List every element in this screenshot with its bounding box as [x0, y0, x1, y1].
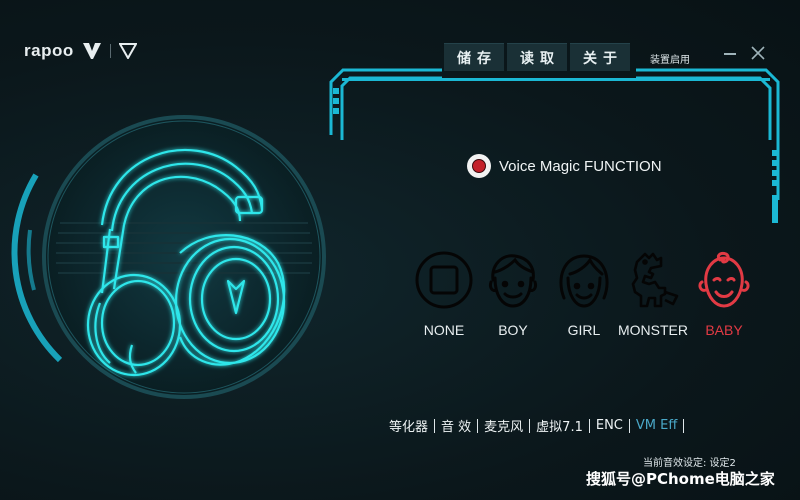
tab-divider	[683, 418, 685, 433]
baby-face-icon	[698, 252, 750, 308]
tab-microphone[interactable]: 麦克风	[478, 416, 529, 435]
v-outline-logo-icon	[118, 43, 137, 59]
toolbar: 储存 读取 关于	[444, 43, 630, 71]
device-status: 装置启用	[650, 55, 690, 66]
app-window: rapoo 储存 读取 关于 装置启用 Voice Magic FUNCTION…	[0, 0, 800, 500]
preset-girl[interactable]: GIRL	[544, 248, 624, 338]
voice-magic-radio[interactable]	[467, 154, 491, 178]
preset-none[interactable]: NONE	[404, 248, 484, 338]
load-button[interactable]: 读取	[507, 43, 567, 71]
voice-magic-label: Voice Magic FUNCTION	[499, 157, 662, 175]
preset-monster[interactable]: MONSTER	[613, 248, 693, 338]
preset-boy[interactable]: BOY	[473, 248, 553, 338]
preset-baby-label: BABY	[705, 322, 743, 338]
brand-name: rapoo	[24, 41, 74, 60]
watermark: 搜狐号@PChome电脑之家	[586, 470, 775, 488]
tab-vm-eff[interactable]: VM Eff	[630, 418, 683, 433]
preset-boy-label: BOY	[498, 322, 528, 338]
girl-face-icon	[559, 254, 609, 308]
tab-virtual-7-1[interactable]: 虚拟7.1	[530, 416, 589, 435]
tab-sound-effect[interactable]: 音 效	[435, 416, 477, 435]
about-button[interactable]: 关于	[570, 43, 630, 71]
voice-magic-toggle: Voice Magic FUNCTION	[467, 154, 662, 178]
tab-enc[interactable]: ENC	[590, 418, 629, 433]
save-button[interactable]: 储存	[444, 43, 504, 71]
preset-girl-label: GIRL	[567, 322, 601, 338]
preset-baby[interactable]: BABY	[684, 248, 764, 338]
monster-icon	[631, 252, 679, 308]
minimize-button[interactable]	[724, 53, 736, 55]
boy-face-icon	[489, 254, 537, 308]
tab-equalizer[interactable]: 等化器	[389, 416, 434, 435]
close-button[interactable]	[750, 45, 766, 61]
current-setting-status: 当前音效设定: 设定2	[643, 458, 736, 469]
function-tabs: 等化器 音 效 麦克风 虚拟7.1 ENC VM Eff	[389, 416, 685, 435]
preset-none-label: NONE	[423, 322, 465, 338]
headphone-illustration	[42, 115, 326, 399]
preset-monster-label: MONSTER	[618, 322, 688, 338]
v-logo-icon	[82, 43, 101, 59]
brand-separator	[109, 44, 111, 58]
radio-dot-icon	[472, 159, 486, 173]
brand-logo: rapoo	[24, 40, 137, 62]
none-icon	[415, 251, 473, 309]
